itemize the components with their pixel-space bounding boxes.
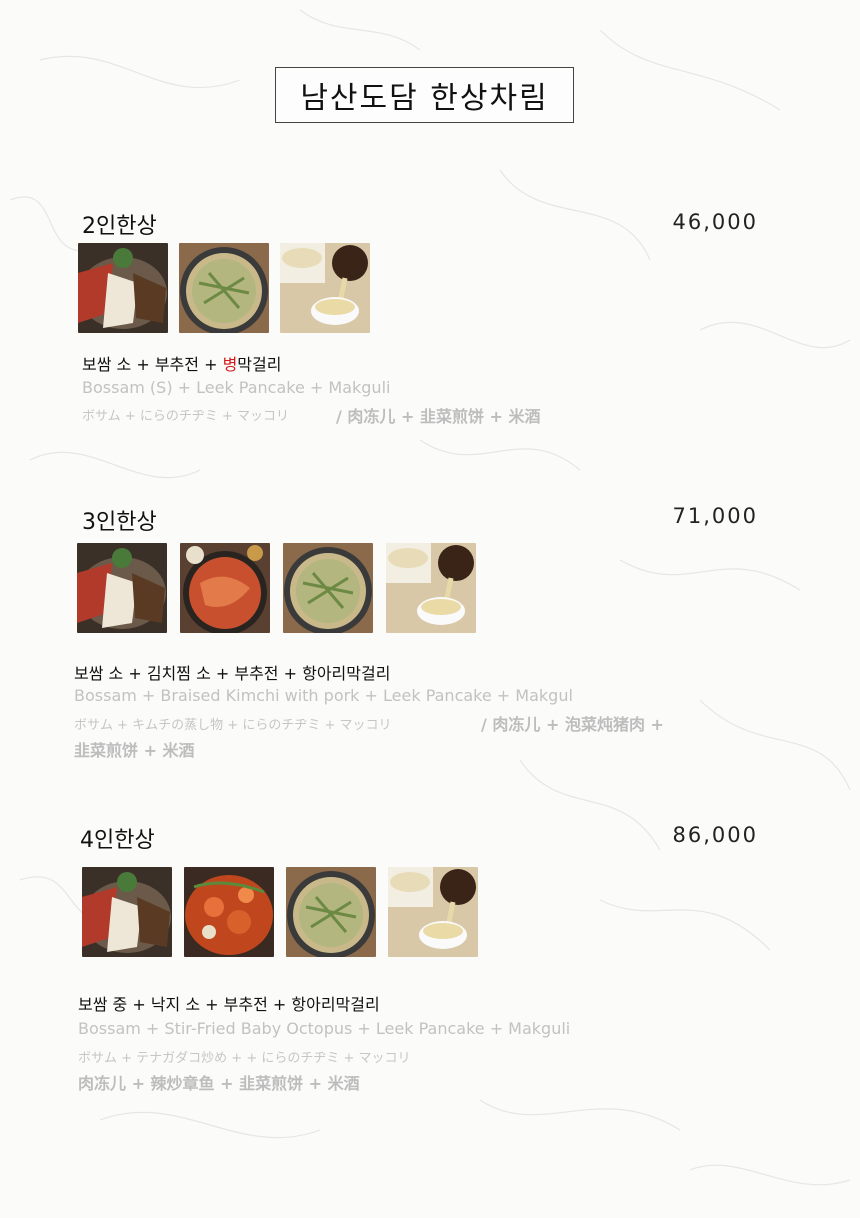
dish-names-ko: 보쌈 중 + 낙지 소 + 부추전 + 항아리막걸리 xyxy=(78,995,380,1014)
makgeolli-icon xyxy=(280,243,370,333)
dish-names-ko-text: 보쌈 소 + 부추전 + xyxy=(82,355,223,374)
dish-names-zh-2: 韭菜煎饼 + 米酒 xyxy=(74,741,195,760)
bottle-highlight: 병 xyxy=(222,355,238,374)
dish-photos xyxy=(78,243,370,333)
section-name: 3인한상 xyxy=(82,510,157,535)
leek-pancake-icon xyxy=(179,243,269,333)
dish-names-ko: 보쌈 소 + 김치찜 소 + 부추전 + 항아리막걸리 xyxy=(74,664,391,683)
bossam-icon xyxy=(82,867,172,957)
dish-names-zh: / 肉冻儿 + 泡菜炖猪肉 + xyxy=(481,715,664,734)
section-price: 46,000 xyxy=(672,210,758,234)
dish-names-en: Bossam + Braised Kimchi with pork + Leek… xyxy=(74,686,573,705)
stir-fried-octopus-icon xyxy=(184,867,274,957)
dish-names-zh: / 肉冻儿 + 韭菜煎饼 + 米酒 xyxy=(336,407,541,426)
dish-photos xyxy=(82,867,478,957)
bossam-icon xyxy=(77,543,167,633)
braised-kimchi-icon xyxy=(180,543,270,633)
dish-names-zh: 肉冻儿 + 辣炒章鱼 + 韭菜煎饼 + 米酒 xyxy=(78,1074,360,1093)
section-name: 4인한상 xyxy=(80,828,155,853)
dish-names-jp: ボサム + テナガダコ炒め + + にらのチヂミ + マッコリ xyxy=(78,1051,411,1066)
section-price: 86,000 xyxy=(672,823,758,847)
section-price: 71,000 xyxy=(672,504,758,528)
section-name: 2인한상 xyxy=(82,214,157,239)
bossam-icon xyxy=(78,243,168,333)
menu-title: 남산도담 한상차림 xyxy=(275,67,574,123)
leek-pancake-icon xyxy=(283,543,373,633)
dish-names-ko-text-2: 막걸리 xyxy=(237,355,282,374)
dish-names-ko: 보쌈 소 + 부추전 + 병막걸리 xyxy=(82,351,281,375)
makgeolli-icon xyxy=(386,543,476,633)
dish-names-en: Bossam + Stir-Fried Baby Octopus + Leek … xyxy=(78,1019,571,1038)
makgeolli-icon xyxy=(388,867,478,957)
dish-photos xyxy=(77,543,476,633)
dish-names-jp: ボサム + キムチの蒸し物 + にらのチヂミ + マッコリ xyxy=(74,718,392,733)
dish-names-en: Bossam (S) + Leek Pancake + Makguli xyxy=(82,378,391,397)
leek-pancake-icon xyxy=(286,867,376,957)
dish-names-jp: ボサム + にらのチヂミ + マッコリ xyxy=(82,409,290,424)
